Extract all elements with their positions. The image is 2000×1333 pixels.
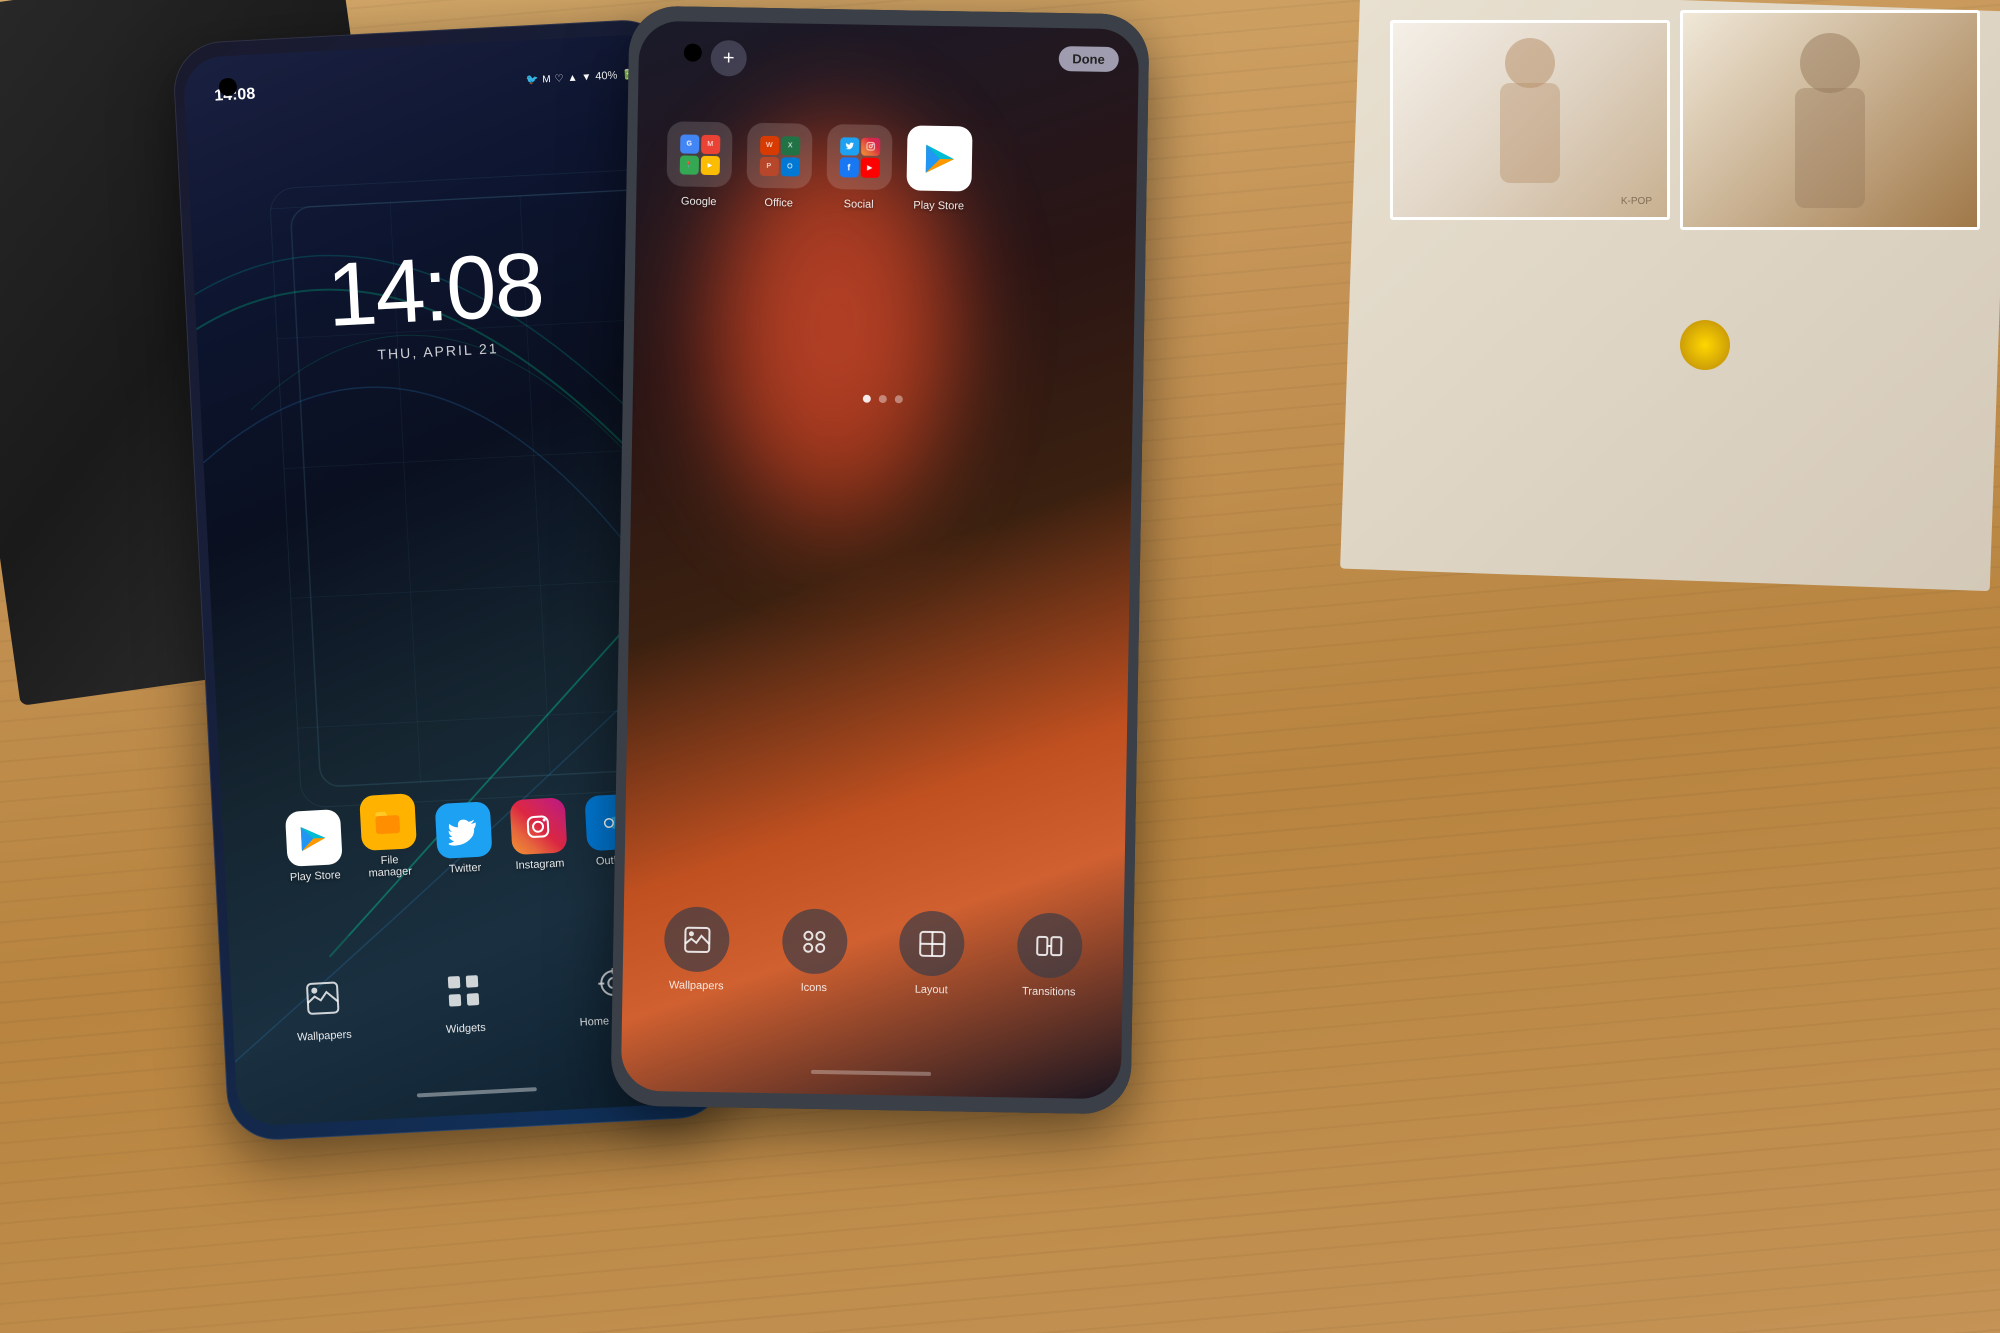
app-item-twitter[interactable]: Twitter bbox=[434, 801, 493, 876]
edit-option-wallpapers[interactable]: Wallpapers bbox=[642, 906, 751, 993]
folder-google-grid: G M 📍 ▶ bbox=[679, 134, 720, 175]
playstore-label-right: Play Store bbox=[913, 200, 964, 213]
social-app-4: ▶ bbox=[860, 158, 879, 178]
app-grid-right: G M 📍 ▶ Google W X P bbox=[666, 121, 1108, 225]
filemanager-icon bbox=[359, 793, 417, 851]
photo-2: K-POP bbox=[1390, 20, 1670, 220]
app-item-playstore-right[interactable]: Play Store bbox=[906, 125, 972, 212]
photos-area: K-POP bbox=[1300, 0, 2000, 600]
folder-office-icon: W X P O bbox=[746, 123, 812, 189]
transitions-edit-label: Transitions bbox=[1022, 986, 1076, 999]
playstore-icon bbox=[284, 809, 342, 867]
folder-office[interactable]: W X P O Office bbox=[746, 123, 812, 210]
office-app-4: O bbox=[780, 157, 799, 176]
social-app-3: f bbox=[839, 157, 858, 177]
instagram-icon bbox=[509, 797, 567, 855]
nav-bar-right bbox=[811, 1070, 931, 1076]
social-app-1 bbox=[840, 137, 859, 156]
edit-option-transitions[interactable]: Transitions bbox=[995, 912, 1104, 999]
battery-text: 40% bbox=[595, 70, 618, 83]
app-row-1-right: G M 📍 ▶ Google W X P bbox=[666, 121, 1107, 215]
folder-social-grid: f ▶ bbox=[839, 137, 880, 178]
google-app-2: M bbox=[701, 134, 720, 153]
phone-right: + Done G M 📍 ▶ Google bbox=[610, 6, 1149, 1115]
folder-google[interactable]: G M 📍 ▶ Google bbox=[666, 121, 732, 208]
twitter-status-icon: 🐦 bbox=[526, 74, 539, 86]
wallpapers-edit-label: Wallpapers bbox=[669, 979, 724, 992]
transitions-edit-icon bbox=[1016, 912, 1082, 978]
add-button[interactable]: + bbox=[710, 40, 747, 77]
instagram-label: Instagram bbox=[515, 857, 564, 872]
done-button[interactable]: Done bbox=[1058, 46, 1119, 72]
google-app-1: G bbox=[680, 134, 699, 153]
heart-status-icon: ♡ bbox=[554, 73, 564, 84]
social-app-2 bbox=[861, 137, 880, 156]
app-item-instagram[interactable]: Instagram bbox=[509, 797, 568, 872]
dock-wallpapers[interactable]: Wallpapers bbox=[294, 969, 353, 1044]
filemanager-label: Filemanager bbox=[368, 853, 413, 879]
edit-option-icons[interactable]: Icons bbox=[760, 908, 869, 995]
icons-edit-label: Icons bbox=[801, 982, 828, 994]
app-item-filemanager[interactable]: Filemanager bbox=[359, 793, 418, 880]
app-item-playstore[interactable]: Play Store bbox=[284, 809, 343, 884]
office-app-3: P bbox=[759, 156, 778, 175]
google-app-4: ▶ bbox=[700, 155, 719, 174]
wifi-icon: ▼ bbox=[581, 71, 591, 83]
wallpapers-edit-icon bbox=[664, 906, 730, 972]
gold-coin bbox=[1680, 320, 1730, 370]
dot-1 bbox=[863, 395, 871, 403]
signal-icon: ▲ bbox=[567, 72, 577, 84]
phone-right-screen: + Done G M 📍 ▶ Google bbox=[621, 21, 1140, 1100]
google-app-3: 📍 bbox=[679, 155, 698, 174]
playstore-icon-right bbox=[906, 125, 972, 191]
folder-social[interactable]: f ▶ Social bbox=[826, 124, 892, 211]
office-folder-label: Office bbox=[764, 197, 793, 209]
folder-office-grid: W X P O bbox=[759, 135, 800, 176]
folder-social-icon: f ▶ bbox=[826, 124, 892, 190]
status-icons-left: 🐦 M ♡ ▲ ▼ 40% 🔋 bbox=[526, 69, 635, 87]
office-app-2: X bbox=[781, 136, 800, 155]
widgets-dock-icon bbox=[435, 961, 493, 1019]
icons-edit-icon bbox=[782, 908, 848, 974]
photo-1 bbox=[1680, 10, 1980, 230]
folder-google-icon: G M 📍 ▶ bbox=[666, 121, 732, 187]
dot-3 bbox=[895, 395, 903, 403]
dock-widgets[interactable]: Widgets bbox=[435, 961, 494, 1036]
social-folder-label: Social bbox=[844, 198, 874, 211]
office-app-1: W bbox=[760, 135, 779, 154]
google-folder-label: Google bbox=[681, 195, 717, 208]
twitter-label: Twitter bbox=[449, 862, 482, 876]
edit-options-grid: Wallpapers Icons bbox=[642, 906, 1103, 999]
layout-edit-icon bbox=[899, 910, 965, 976]
twitter-icon bbox=[434, 801, 492, 859]
dot-2 bbox=[879, 395, 887, 403]
layout-edit-label: Layout bbox=[915, 984, 948, 997]
wallpapers-dock-icon bbox=[294, 969, 352, 1027]
edit-option-layout[interactable]: Layout bbox=[877, 910, 986, 997]
widgets-dock-label: Widgets bbox=[446, 1022, 486, 1036]
dot-indicators bbox=[863, 395, 903, 404]
camera-punch-hole-right bbox=[684, 44, 702, 62]
mail-status-icon: M bbox=[542, 74, 551, 85]
